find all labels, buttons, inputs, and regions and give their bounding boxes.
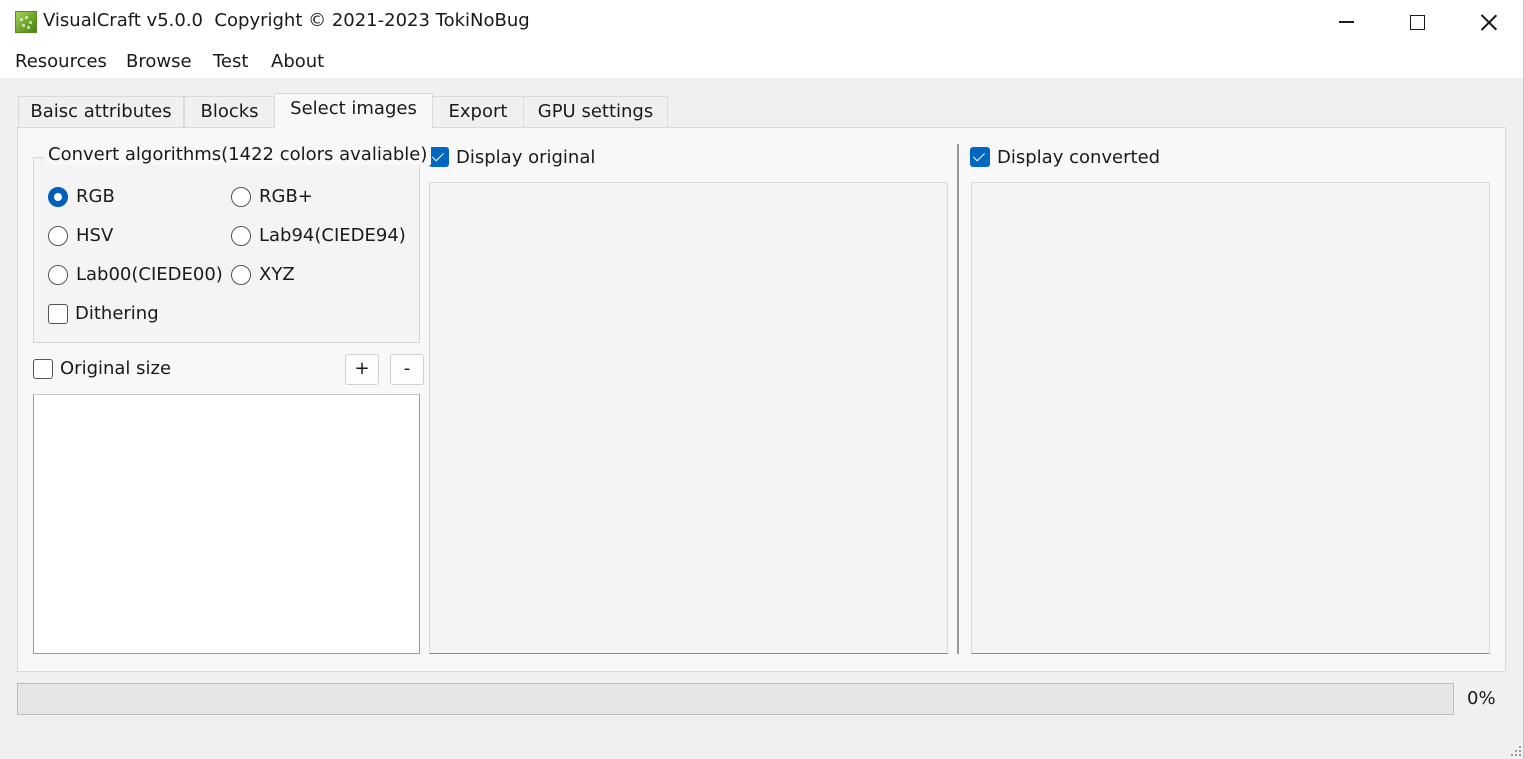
radio-rgb[interactable] (48, 187, 68, 207)
radio-rgb-plus[interactable] (231, 187, 251, 207)
radio-xyz-label[interactable]: XYZ (259, 264, 295, 285)
dithering-checkbox[interactable] (48, 304, 68, 324)
menu-resources[interactable]: Resources (15, 51, 107, 72)
display-converted-checkbox[interactable] (970, 147, 990, 167)
dithering-label[interactable]: Dithering (75, 303, 159, 324)
radio-xyz[interactable] (231, 265, 251, 285)
menu-about[interactable]: About (271, 51, 324, 72)
pane-splitter[interactable] (957, 144, 959, 654)
window-title: VisualCraft v5.0.0 Copyright © 2021-2023… (43, 10, 530, 31)
menu-test[interactable]: Test (213, 51, 248, 72)
close-button[interactable] (1452, 0, 1523, 44)
tab-gpu-settings[interactable]: GPU settings (523, 96, 668, 128)
radio-lab94[interactable] (231, 226, 251, 246)
app-logo-icon (15, 11, 37, 33)
app-window: VisualCraft v5.0.0 Copyright © 2021-2023… (0, 0, 1524, 759)
converted-image-view[interactable] (971, 182, 1490, 654)
radio-lab94-label[interactable]: Lab94(CIEDE94) (259, 225, 406, 246)
maximize-icon (1409, 14, 1425, 30)
image-list[interactable] (33, 394, 420, 654)
minimize-icon (1338, 21, 1354, 23)
display-original-checkbox[interactable] (429, 147, 449, 167)
maximize-button[interactable] (1381, 0, 1453, 44)
display-converted-label[interactable]: Display converted (997, 147, 1160, 168)
tab-blocks[interactable]: Blocks (184, 96, 275, 128)
title-bar[interactable]: VisualCraft v5.0.0 Copyright © 2021-2023… (0, 0, 1523, 44)
radio-lab00-label[interactable]: Lab00(CIEDE00) (76, 264, 223, 285)
minimize-button[interactable] (1310, 0, 1382, 44)
progress-bar (17, 683, 1454, 715)
display-original-label[interactable]: Display original (456, 147, 595, 168)
radio-hsv[interactable] (48, 226, 68, 246)
original-size-checkbox[interactable] (33, 359, 53, 379)
menu-bar: Resources Browse Test About (0, 44, 1523, 78)
menu-browse[interactable]: Browse (126, 51, 192, 72)
radio-rgb-plus-label[interactable]: RGB+ (259, 186, 313, 207)
original-size-label[interactable]: Original size (60, 358, 171, 379)
radio-rgb-label[interactable]: RGB (76, 186, 115, 207)
resize-grip-icon[interactable] (1510, 745, 1522, 757)
radio-lab00[interactable] (48, 265, 68, 285)
tab-basic-attributes[interactable]: Baisc attributes (18, 96, 184, 128)
zoom-out-button[interactable]: - (390, 354, 424, 385)
original-image-view[interactable] (429, 182, 948, 654)
progress-percent: 0% (1467, 688, 1496, 709)
zoom-in-button[interactable]: + (345, 354, 379, 385)
convert-algorithms-title: Convert algorithms(1422 colors avaliable… (44, 144, 432, 165)
radio-hsv-label[interactable]: HSV (76, 225, 113, 246)
tab-select-images[interactable]: Select images (274, 93, 433, 128)
close-icon (1480, 14, 1497, 31)
tab-export[interactable]: Export (432, 96, 524, 128)
